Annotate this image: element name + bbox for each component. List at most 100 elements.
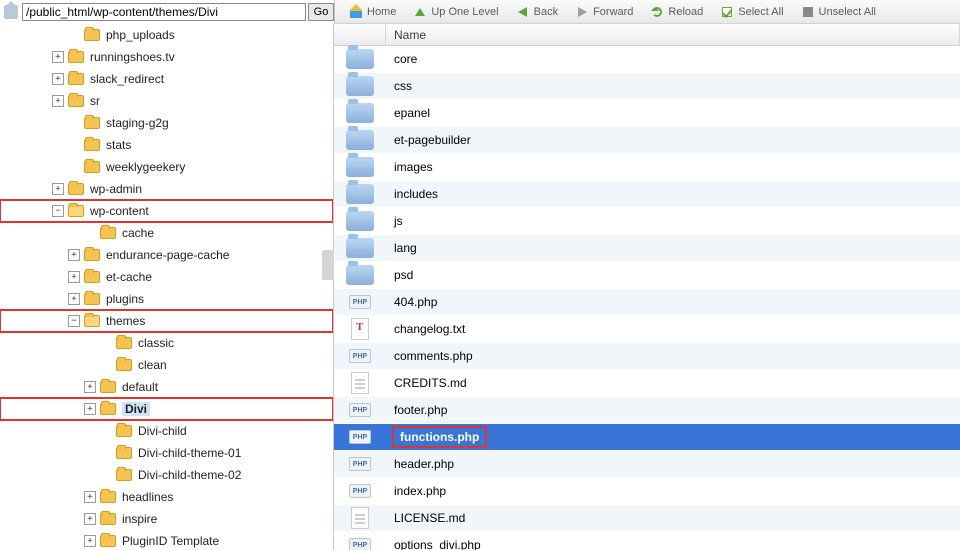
toggle-spacer: [68, 117, 80, 129]
splitter-handle[interactable]: [322, 250, 334, 280]
folder-icon: [346, 211, 374, 231]
tree-node[interactable]: Divi-child-theme-01: [0, 442, 333, 464]
file-row[interactable]: psd: [334, 262, 960, 289]
expand-icon[interactable]: +: [84, 491, 96, 503]
tree-node[interactable]: classic: [0, 332, 333, 354]
file-row[interactable]: LICENSE.md: [334, 505, 960, 532]
tree-node-label: slack_redirect: [90, 72, 164, 86]
tree-node[interactable]: +et-cache: [0, 266, 333, 288]
php-file-icon: PHP: [349, 538, 371, 550]
file-row[interactable]: PHPfunctions.php: [334, 424, 960, 451]
tree-node[interactable]: +endurance-page-cache: [0, 244, 333, 266]
file-name: core: [394, 52, 417, 66]
file-row[interactable]: css: [334, 73, 960, 100]
tree-node[interactable]: php_uploads: [0, 24, 333, 46]
tree-node[interactable]: + runningshoes.tv: [0, 46, 333, 68]
toolbar-reload-button[interactable]: Reload: [642, 2, 710, 22]
tree-node[interactable]: cache: [0, 222, 333, 244]
expand-icon[interactable]: +: [68, 271, 80, 283]
tree-node-label: weeklygeekery: [106, 160, 185, 174]
expand-icon[interactable]: +: [52, 183, 64, 195]
file-name: functions.php: [394, 428, 485, 446]
tree-node[interactable]: stats: [0, 134, 333, 156]
tree-node[interactable]: +plugins: [0, 288, 333, 310]
tree-node[interactable]: weeklygeekery: [0, 156, 333, 178]
file-row[interactable]: PHPoptions_divi.php: [334, 532, 960, 550]
file-row[interactable]: et-pagebuilder: [334, 127, 960, 154]
tree-node[interactable]: staging-g2g: [0, 112, 333, 134]
column-name[interactable]: Name: [386, 24, 960, 45]
file-row[interactable]: js: [334, 208, 960, 235]
file-row[interactable]: PHP404.php: [334, 289, 960, 316]
expand-icon[interactable]: +: [52, 73, 64, 85]
tree-node[interactable]: +wp-admin: [0, 178, 333, 200]
file-row[interactable]: includes: [334, 181, 960, 208]
file-name: footer.php: [394, 403, 447, 417]
file-row[interactable]: PHP footer.php: [334, 397, 960, 424]
expand-icon[interactable]: +: [84, 513, 96, 525]
tree-node[interactable]: +PluginID Template: [0, 530, 333, 550]
tree-node[interactable]: −themes: [0, 310, 333, 332]
file-row[interactable]: epanel: [334, 100, 960, 127]
folder-icon: [116, 337, 132, 349]
tree-node-label: runningshoes.tv: [90, 50, 175, 64]
expand-icon[interactable]: +: [52, 95, 64, 107]
tree-node[interactable]: +headlines: [0, 486, 333, 508]
select_all-icon: [722, 7, 732, 17]
file-name: css: [394, 79, 412, 93]
tree-node[interactable]: Divi-child-theme-02: [0, 464, 333, 486]
php-file-icon: PHP: [349, 403, 371, 417]
path-input[interactable]: [22, 3, 306, 21]
expand-icon[interactable]: +: [68, 249, 80, 261]
file-row[interactable]: changelog.txt: [334, 316, 960, 343]
tree-node[interactable]: Divi-child: [0, 420, 333, 442]
collapse-icon[interactable]: −: [68, 315, 80, 327]
folder-icon: [84, 161, 100, 173]
expand-icon[interactable]: +: [68, 293, 80, 305]
file-row[interactable]: PHPindex.php: [334, 478, 960, 505]
toolbar-forward-button[interactable]: Forward: [567, 2, 640, 22]
folder-icon: [346, 49, 374, 69]
toolbar-select_all-button[interactable]: Select All: [712, 2, 790, 22]
folder-icon: [116, 469, 132, 481]
php-file-icon: PHP: [349, 484, 371, 498]
toolbar-unselect_all-button[interactable]: Unselect All: [793, 2, 883, 22]
tree-node[interactable]: +inspire: [0, 508, 333, 530]
tree-node-label: Divi: [122, 402, 150, 416]
toolbar-back-button[interactable]: Back: [508, 2, 565, 22]
go-button[interactable]: Go: [308, 3, 334, 21]
tree-node[interactable]: + sr: [0, 90, 333, 112]
folder-icon: [68, 183, 84, 195]
toggle-spacer: [100, 469, 112, 481]
file-row[interactable]: lang: [334, 235, 960, 262]
folder-icon: [100, 535, 116, 547]
tree-node[interactable]: clean: [0, 354, 333, 376]
tree-node-label: sr: [90, 94, 100, 108]
tree-node[interactable]: +default: [0, 376, 333, 398]
collapse-icon[interactable]: −: [52, 205, 64, 217]
up-icon: [415, 8, 425, 16]
file-row[interactable]: CREDITS.md: [334, 370, 960, 397]
file-row[interactable]: PHPheader.php: [334, 451, 960, 478]
folder-icon: [68, 73, 84, 85]
folder-icon: [346, 184, 374, 204]
tree-node[interactable]: + Divi: [0, 398, 333, 420]
folder-icon: [116, 425, 132, 437]
home-icon[interactable]: [4, 5, 18, 19]
folder-tree[interactable]: php_uploads + runningshoes.tv + slack_redire…: [0, 24, 334, 550]
folder-icon: [100, 227, 116, 239]
folder-icon: [346, 265, 374, 285]
tree-node[interactable]: −wp-content: [0, 200, 333, 222]
file-row[interactable]: core: [334, 46, 960, 73]
expand-icon[interactable]: +: [84, 403, 96, 415]
toolbar-home-button[interactable]: Home: [341, 2, 403, 22]
expand-icon[interactable]: +: [84, 381, 96, 393]
tree-node[interactable]: + slack_redirect: [0, 68, 333, 90]
file-row[interactable]: images: [334, 154, 960, 181]
file-row[interactable]: PHPcomments.php: [334, 343, 960, 370]
toolbar-up-button[interactable]: Up One Level: [405, 2, 505, 22]
expand-icon[interactable]: +: [84, 535, 96, 547]
folder-icon: [100, 491, 116, 503]
expand-icon[interactable]: +: [52, 51, 64, 63]
unselect_all-icon: [803, 7, 813, 17]
